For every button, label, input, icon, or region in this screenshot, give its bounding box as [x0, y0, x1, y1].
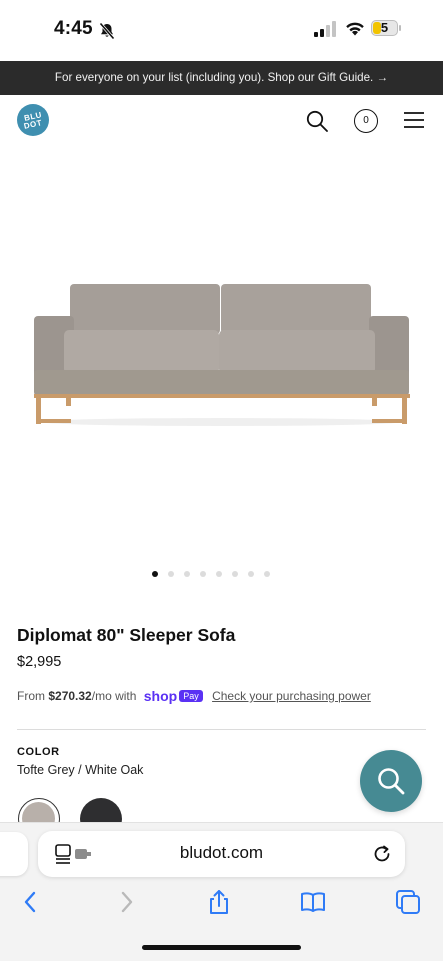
carousel-dot[interactable] [264, 571, 270, 577]
cart-icon[interactable]: 0 [354, 109, 378, 133]
bell-slash-icon [99, 22, 115, 40]
product-title: Diplomat 80" Sleeper Sofa [17, 625, 236, 645]
wifi-icon [346, 22, 364, 36]
promo-banner[interactable]: For everyone on your list (including you… [0, 61, 443, 95]
reload-icon[interactable] [371, 843, 393, 865]
shop-pay-badge: Pay [179, 690, 203, 702]
home-indicator [142, 945, 301, 950]
search-icon[interactable] [305, 109, 329, 133]
color-value: Tofte Grey / White Oak [17, 763, 144, 777]
shop-logo: shop [143, 688, 178, 704]
carousel-dot[interactable] [216, 571, 222, 577]
color-label: COLOR [17, 746, 60, 758]
forward-icon[interactable] [112, 888, 140, 916]
divider [17, 729, 426, 730]
carousel-dots[interactable] [152, 571, 270, 579]
product-image[interactable] [28, 276, 414, 430]
share-icon[interactable] [205, 888, 233, 916]
financing-prefix: From [17, 689, 49, 703]
address-url[interactable]: bludot.com [38, 843, 405, 863]
financing-amount: $270.32 [48, 689, 92, 703]
battery-icon: 5 [371, 20, 401, 38]
signal-icon [314, 21, 336, 37]
financing-suffix: /mo with [91, 689, 137, 703]
product-price: $2,995 [17, 654, 62, 670]
tabs-icon[interactable] [394, 888, 422, 916]
financing-info: From $270.32/mo with shop Pay Check your … [17, 688, 371, 704]
carousel-dot[interactable] [152, 571, 158, 577]
carousel-dot[interactable] [168, 571, 174, 577]
back-icon[interactable] [17, 888, 45, 916]
previous-tab[interactable] [0, 832, 28, 876]
bludot-logo[interactable]: BLU DOT [17, 104, 49, 136]
carousel-dot[interactable] [184, 571, 190, 577]
battery-level: 5 [380, 20, 389, 35]
bookmarks-icon[interactable] [299, 888, 327, 916]
status-time: 4:45 [54, 18, 93, 39]
menu-icon[interactable] [404, 111, 424, 129]
chat-search-button[interactable] [360, 750, 422, 812]
carousel-dot[interactable] [200, 571, 206, 577]
carousel-dot[interactable] [232, 571, 238, 577]
chat-search-icon [378, 768, 405, 795]
carousel-dot[interactable] [248, 571, 254, 577]
purchasing-power-link[interactable]: Check your purchasing power [212, 689, 371, 703]
